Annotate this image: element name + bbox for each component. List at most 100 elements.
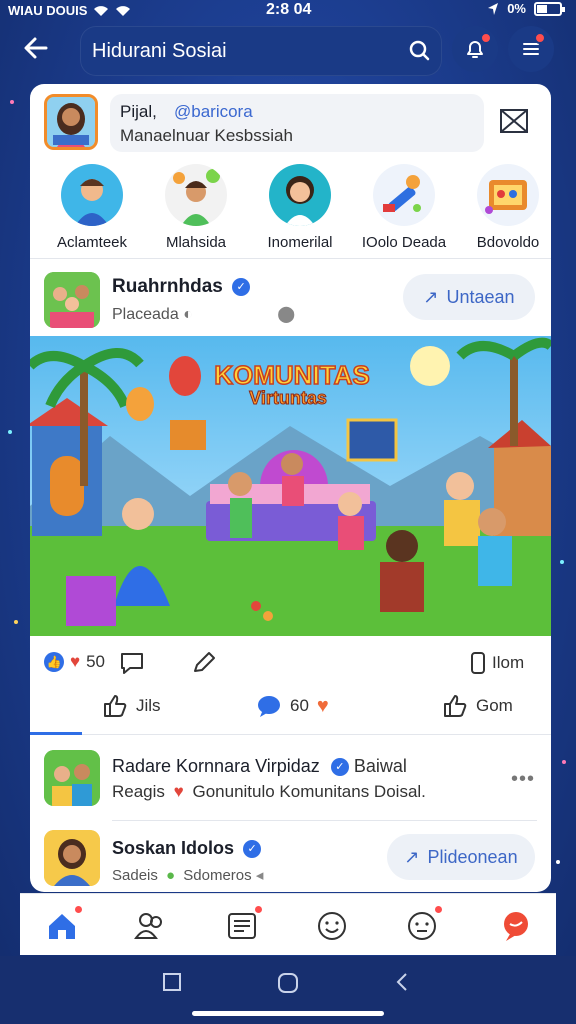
divider [30, 734, 551, 735]
share-arrow-icon: ↗ [404, 846, 420, 867]
community-illustration: KOMUNITAS Virtuntas [30, 336, 551, 636]
story-item[interactable]: Aclamteek [40, 164, 144, 251]
nav-profile[interactable] [404, 904, 444, 944]
story-label: IOolo Deada [361, 234, 447, 251]
comment-meta: Sadeis ● Sdomeros ◂ [112, 866, 263, 884]
profile-row: Pijal, @baricora Manaelnuar Kesbssiah [30, 84, 551, 160]
globe-icon: ◐ [183, 306, 193, 323]
post-stats: 👍 ♥ 50 Ilom [30, 644, 551, 684]
nav-badge [73, 904, 84, 915]
thumbs-up-icon [104, 695, 127, 717]
search-icon[interactable] [406, 38, 432, 64]
share-button[interactable]: Gom [442, 694, 513, 718]
heart-icon: ♥ [173, 782, 184, 801]
heart-reaction-icon: ♥ [70, 652, 81, 671]
views-count: Ilom [470, 652, 524, 674]
story-label: Aclamteek [56, 234, 128, 251]
profile-handle: @baricora [174, 102, 253, 121]
kid-balloons-icon [173, 169, 220, 226]
notification-badge [480, 32, 492, 44]
nav-reactions[interactable] [314, 908, 350, 944]
comment-bubble-icon[interactable] [118, 650, 146, 676]
nav-home[interactable] [44, 904, 84, 944]
comment-meta-2: Sdomeros [183, 867, 252, 884]
girl-avatar-icon [285, 176, 315, 226]
story-label: Bdovoldo [476, 234, 540, 251]
notifications-button[interactable] [452, 26, 498, 72]
pencil-icon[interactable] [190, 650, 218, 676]
home-indicator[interactable] [192, 1011, 384, 1016]
profile-avatar[interactable] [44, 94, 98, 150]
phone-icon [471, 652, 485, 674]
thumbs-up-outline-icon [444, 695, 467, 717]
views-label: Ilom [492, 653, 525, 672]
sparkle [8, 430, 12, 434]
follow-button[interactable]: ↗ Untaean [403, 274, 535, 320]
nav-feed[interactable] [224, 904, 264, 944]
comment-item[interactable]: Radare Kornnara Virpidaz ✓ Baiwal Reagis… [30, 744, 551, 816]
back-triangle-icon[interactable] [394, 972, 410, 992]
status-bar: WIAU DOUIS 2:8 04 0% [0, 0, 576, 22]
search-bar[interactable]: Hidurani Sosiai [80, 26, 442, 76]
follow-button[interactable]: ↗ Plideonean [387, 834, 535, 880]
verified-badge-icon: ✓ [330, 758, 349, 777]
recents-icon[interactable] [162, 972, 182, 992]
chevron-down-icon[interactable]: ⬤ [277, 306, 295, 323]
story-label: Mlahsida [165, 234, 227, 251]
status-dot-icon: ● [166, 867, 176, 884]
stories-row: Aclamteek Mlahsida Inomerilal IOolo Dead… [30, 164, 551, 254]
image-title-line2: Virtuntas [249, 388, 327, 408]
story-label: Inomerilal [267, 234, 333, 251]
chat-icon [504, 912, 528, 941]
app-header: Hidurani Sosiai [0, 24, 576, 80]
profile-info[interactable]: Pijal, @baricora Manaelnuar Kesbssiah [110, 94, 484, 152]
nav-badge [253, 904, 264, 915]
comment-avatar[interactable] [44, 750, 100, 806]
chevron-icon: ◂ [255, 867, 264, 884]
reactions-count[interactable]: 👍 ♥ 50 [44, 652, 105, 672]
post-author-avatar[interactable] [44, 272, 100, 328]
avatar-illustration [47, 97, 95, 147]
post-author-text: Ruahrnhdas [112, 276, 223, 297]
carrier-text: WIAU DOUIS [8, 3, 88, 18]
story-item[interactable]: Bdovoldo [456, 164, 551, 251]
share-arrow-icon: ↗ [423, 286, 439, 307]
story-item[interactable]: Inomerilal [248, 164, 352, 251]
friends-icon [134, 913, 162, 939]
smiley-icon [318, 912, 346, 940]
post-subtitle-text: Placeada [112, 306, 179, 323]
comment-avatar[interactable] [44, 830, 100, 886]
heart-icon: ♥ [316, 694, 329, 717]
home-circle-icon[interactable] [277, 972, 299, 994]
post-actions: Jils 60 ♥ Gom [30, 688, 551, 728]
system-navigation-bar [0, 956, 576, 1024]
verified-badge-icon: ✓ [243, 840, 262, 859]
more-options-icon[interactable]: ••• [511, 768, 535, 791]
story-item[interactable]: Mlahsida [144, 164, 248, 251]
back-button[interactable] [22, 34, 62, 70]
clock: 2:8 04 [266, 1, 312, 18]
location-icon [488, 2, 499, 15]
comment-button[interactable]: 60 ♥ [256, 694, 329, 718]
app-title: Hidurani Sosiai [92, 40, 227, 62]
image-title-line1: KOMUNITAS [214, 360, 370, 390]
menu-button[interactable] [508, 26, 554, 72]
share-label: Gom [476, 696, 513, 715]
comment-item[interactable]: Soskan Idolos ✓ Sadeis ● Sdomeros ◂ ↗ Pl… [30, 824, 551, 892]
main-card: Pijal, @baricora Manaelnuar Kesbssiah Ac… [30, 84, 551, 892]
toy-rocket-icon [383, 175, 421, 212]
follow-label: Plideonean [427, 846, 518, 867]
story-item[interactable]: IOolo Deada [352, 164, 456, 251]
comment-text: Reagis ♥ Gonunitulo Komunitans Doisal. [112, 782, 426, 802]
chat-bubble-icon [258, 696, 280, 717]
active-tab-indicator [30, 732, 82, 735]
like-button[interactable]: Jils [102, 694, 161, 718]
comment-handle: Baiwal [353, 756, 407, 776]
comment-title-text: Radare Kornnara Virpidaz [112, 756, 320, 776]
nav-messages[interactable] [498, 908, 534, 944]
comment-count: 60 [290, 696, 309, 715]
post-image[interactable]: KOMUNITAS Virtuntas [30, 336, 551, 636]
nav-friends[interactable] [132, 908, 168, 944]
mail-icon[interactable] [498, 106, 530, 136]
sparkle [10, 100, 14, 104]
